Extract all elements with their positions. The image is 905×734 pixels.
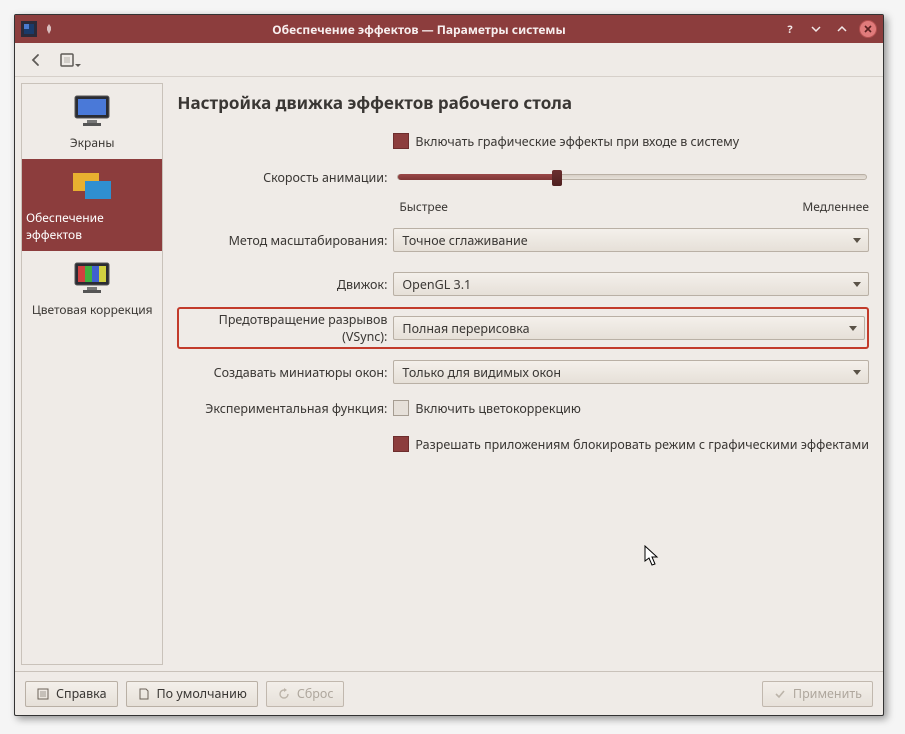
allow-block-checkbox[interactable] <box>393 436 409 452</box>
nav-toolbar <box>15 43 883 77</box>
enable-effects-label: Включать графические эффекты при входе в… <box>415 133 739 150</box>
apply-button: Применить <box>762 681 873 707</box>
scaling-combo[interactable]: Точное сглаживание <box>393 228 869 252</box>
sidebar-item-label: Цветовая коррекция <box>32 301 153 318</box>
titlebar: Обеспечение эффектов — Параметры системы… <box>15 15 883 43</box>
anim-speed-max-label: Медленнее <box>802 198 869 215</box>
reset-icon <box>277 687 291 701</box>
check-icon <box>773 687 787 701</box>
engine-label: Движок: <box>177 276 393 293</box>
sidebar-item-compositor[interactable]: Обеспечение эффектов <box>22 159 162 251</box>
footer: Справка По умолчанию Сброс Применить <box>15 671 883 715</box>
defaults-doc-icon <box>137 687 151 701</box>
help-book-icon <box>36 687 50 701</box>
thumbs-combo[interactable]: Только для видимых окон <box>393 360 869 384</box>
back-icon[interactable] <box>25 49 47 71</box>
sidebar-item-label: Экраны <box>70 134 115 151</box>
svg-text:?: ? <box>787 23 793 35</box>
help-icon[interactable]: ? <box>781 20 799 38</box>
page-title: Настройка движка эффектов рабочего стола <box>177 91 869 114</box>
main-panel: Настройка движка эффектов рабочего стола… <box>163 77 883 671</box>
experimental-label: Экспериментальная функция: <box>177 400 393 417</box>
help-button[interactable]: Справка <box>25 681 118 707</box>
compositor-icon <box>69 169 115 203</box>
vsync-row-highlight: Предотвращение разрывов (VSync): Полная … <box>177 307 869 349</box>
module-overview-icon[interactable] <box>57 49 83 71</box>
slider-thumb[interactable] <box>552 170 562 186</box>
reset-button: Сброс <box>266 681 345 707</box>
sidebar-item-displays[interactable]: Экраны <box>22 84 162 159</box>
vsync-combo[interactable]: Полная перерисовка <box>393 316 865 340</box>
window-title: Обеспечение эффектов — Параметры системы <box>57 21 781 38</box>
color-correction-checkbox[interactable] <box>393 400 409 416</box>
anim-speed-label: Скорость анимации: <box>177 169 393 186</box>
scaling-label: Метод масштабирования: <box>177 232 393 249</box>
monitor-icon <box>69 94 115 128</box>
thumbs-label: Создавать миниатюры окон: <box>177 364 393 381</box>
anim-speed-slider[interactable] <box>397 174 867 180</box>
app-icon <box>21 21 37 37</box>
pin-icon[interactable] <box>41 21 57 37</box>
minimize-icon[interactable] <box>807 20 825 38</box>
allow-block-checkbox-label: Разрешать приложениям блокировать режим … <box>415 436 869 453</box>
settings-window: Обеспечение эффектов — Параметры системы… <box>14 14 884 716</box>
defaults-button[interactable]: По умолчанию <box>126 681 258 707</box>
color-correction-checkbox-label: Включить цветокоррекцию <box>415 400 580 417</box>
sidebar: Экраны Обеспечение эффектов Цветовая кор… <box>21 83 163 665</box>
enable-effects-checkbox[interactable] <box>393 133 409 149</box>
close-icon[interactable] <box>859 20 877 38</box>
vsync-label: Предотвращение разрывов (VSync): <box>181 311 393 345</box>
sidebar-item-color-correction[interactable]: Цветовая коррекция <box>22 251 162 326</box>
anim-speed-min-label: Быстрее <box>399 198 448 215</box>
color-correction-icon <box>69 261 115 295</box>
maximize-icon[interactable] <box>833 20 851 38</box>
engine-combo[interactable]: OpenGL 3.1 <box>393 272 869 296</box>
sidebar-item-label: Обеспечение эффектов <box>26 209 158 243</box>
